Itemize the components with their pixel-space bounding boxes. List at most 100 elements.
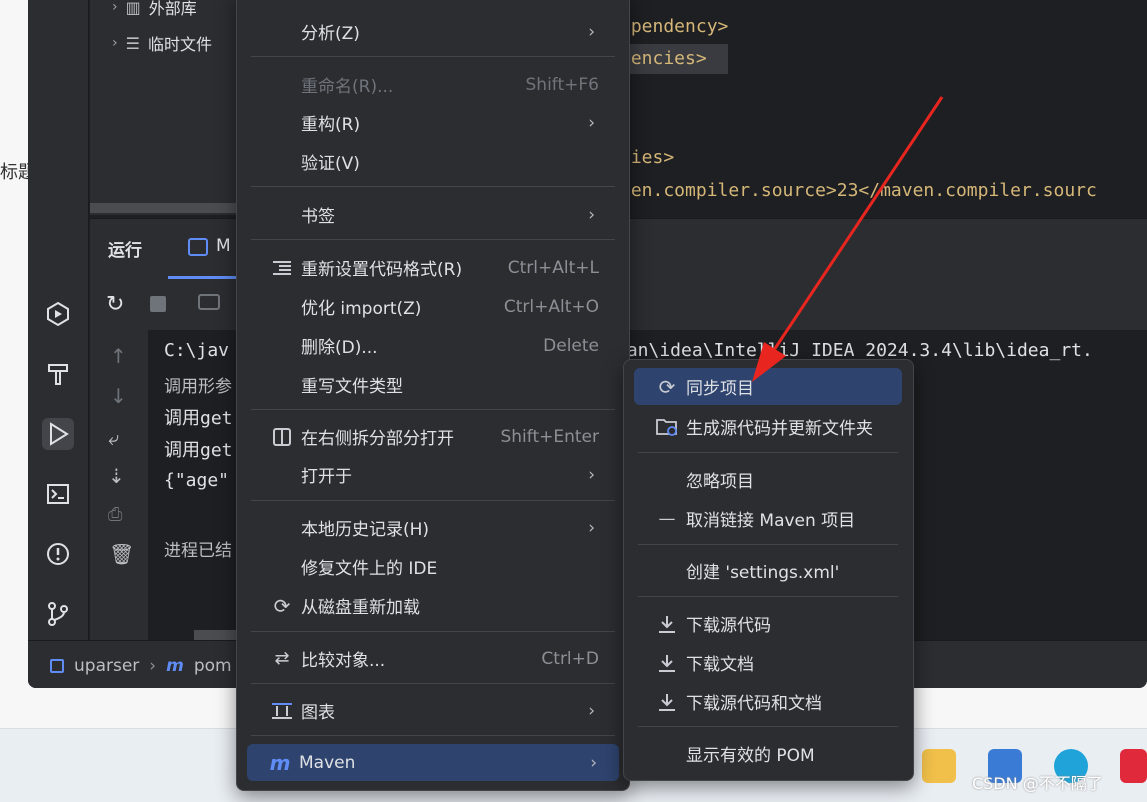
menu-item-validate[interactable]: 验证(V) — [249, 143, 617, 180]
menu-item-label: 从磁盘重新加载 — [301, 598, 420, 618]
chevron-right-icon: › — [588, 112, 595, 133]
menu-item-shortcut: Ctrl+D — [541, 648, 599, 669]
menu-item-label: 本地历史记录(H) — [301, 520, 430, 540]
taskbar-folder-icon[interactable] — [922, 749, 956, 783]
console-line: {"age" — [164, 470, 230, 491]
arrow-up-icon[interactable]: ↑ — [110, 344, 127, 368]
reload-icon: ⟳ — [273, 593, 291, 618]
chevron-right-icon: › — [590, 752, 597, 773]
menu-item-override-file-type[interactable]: 重写文件类型 — [249, 366, 617, 403]
chevron-right-icon: › — [588, 21, 595, 42]
camera-icon[interactable] — [198, 294, 220, 310]
scratch-file-icon: ☰ — [125, 33, 140, 53]
chevron-right-icon: › — [588, 517, 595, 538]
menu-separator — [251, 631, 615, 632]
menu-item-label: 图表 — [301, 703, 335, 723]
run-config-icon — [188, 238, 208, 256]
menu-item-show-effective-pom[interactable]: 显示有效的 POM — [634, 735, 902, 772]
menu-item-diagrams[interactable]: 图表 › — [249, 692, 617, 729]
menu-item-generate-sources[interactable]: 生成源代码并更新文件夹 — [634, 408, 902, 445]
maven-submenu: ⟳ 同步项目 生成源代码并更新文件夹 忽略项目 — 取消链接 Maven 项目 … — [623, 359, 914, 781]
console-line-cmd-tail: pan\idea\IntelliJ IDEA 2024.3.4\lib\idea… — [616, 340, 1093, 361]
terminal-icon[interactable] — [42, 478, 74, 510]
menu-item-label: 书签 — [301, 207, 335, 227]
arrow-down-icon[interactable]: ↓ — [110, 384, 127, 408]
menu-item-local-history[interactable]: 本地历史记录(H) › — [249, 509, 617, 546]
rerun-icon[interactable]: ↻ — [106, 292, 124, 317]
breadcrumb-file[interactable]: pom — [194, 656, 232, 676]
code-line: ependency> — [620, 16, 729, 37]
scroll-to-end-icon[interactable]: ⇣ — [108, 464, 125, 488]
print-icon[interactable]: ⎙ — [108, 504, 122, 525]
menu-item-label: 验证(V) — [301, 154, 360, 174]
menu-item-label: 生成源代码并更新文件夹 — [686, 419, 873, 439]
run-icon[interactable] — [42, 418, 74, 450]
menu-item-analyze[interactable]: 分析(Z) › — [249, 13, 617, 50]
trash-icon[interactable]: 🗑 — [109, 542, 134, 566]
soft-wrap-icon[interactable]: ⤶ — [108, 426, 119, 450]
menu-item-download-docs[interactable]: 下载文档 — [634, 644, 902, 681]
tree-item-external-libs[interactable]: › ▥ 外部库 — [112, 0, 197, 20]
compare-icon: ⇄ — [274, 648, 290, 669]
menu-item-optimize-imports[interactable]: 优化 import(Z) Ctrl+Alt+O — [249, 288, 617, 325]
menu-item-open-split-right[interactable]: 在右侧拆分部分打开 Shift+Enter — [249, 418, 617, 455]
menu-item-label: 重命名(R)... — [301, 77, 394, 97]
format-icon — [271, 257, 293, 279]
run-side-toolbar: ↑ ↓ ⤶ ⇣ ⎙ 🗑 — [90, 330, 148, 640]
menu-item-label: 取消链接 Maven 项目 — [686, 511, 856, 531]
console-line: 进程已结 — [164, 541, 232, 561]
menu-item-reformat-code[interactable]: 重新设置代码格式(R) Ctrl+Alt+L — [249, 249, 617, 286]
services-icon[interactable] — [42, 298, 74, 330]
stop-icon[interactable] — [150, 296, 166, 312]
menu-item-reload-from-disk[interactable]: ⟳ 从磁盘重新加载 — [249, 587, 617, 624]
menu-separator — [251, 186, 615, 187]
menu-item-bookmarks[interactable]: 书签 › — [249, 196, 617, 233]
menu-item-ignore-project[interactable]: 忽略项目 — [634, 461, 902, 498]
code-editor[interactable]: ependency> dencies> ties> ven.compiler.s… — [620, 0, 1147, 218]
tree-item-scratches[interactable]: › ☰ 临时文件 — [112, 30, 212, 56]
git-icon[interactable] — [42, 598, 74, 630]
menu-item-label: 修复文件上的 IDE — [301, 559, 438, 579]
menu-item-label: 忽略项目 — [686, 472, 754, 492]
diagram-icon — [271, 700, 293, 722]
menu-item-label: 删除(D)... — [301, 338, 378, 358]
chevron-right-icon: › — [112, 35, 118, 51]
menu-item-label: 打开于 — [301, 467, 352, 487]
menu-item-download-sources[interactable]: 下载源代码 — [634, 605, 902, 642]
menu-item-delete[interactable]: 删除(D)... Delete — [249, 327, 617, 364]
breadcrumb: uparser › m pom — [50, 656, 232, 676]
menu-item-shortcut: Shift+F6 — [525, 74, 599, 95]
menu-separator — [251, 239, 615, 240]
menu-separator — [638, 544, 898, 545]
menu-item-download-sources-and-docs[interactable]: 下载源代码和文档 — [634, 683, 902, 720]
problems-icon[interactable] — [42, 538, 74, 570]
build-hammer-icon[interactable] — [42, 358, 74, 390]
maven-icon: m — [166, 656, 184, 676]
tree-item-label: 外部库 — [148, 0, 197, 18]
menu-item-shortcut: Ctrl+Alt+L — [507, 257, 599, 278]
menu-separator — [251, 735, 615, 736]
menu-item-unlink-maven[interactable]: — 取消链接 Maven 项目 — [634, 500, 902, 537]
menu-separator — [251, 56, 615, 57]
menu-item-shortcut: Ctrl+Alt+O — [503, 296, 599, 317]
menu-item-create-settings[interactable]: 创建 'settings.xml' — [634, 552, 902, 589]
menu-separator — [638, 596, 898, 597]
menu-item-compare-with[interactable]: ⇄ 比较对象... Ctrl+D — [249, 640, 617, 677]
minus-icon: — — [658, 508, 676, 529]
menu-item-repair-ide[interactable]: 修复文件上的 IDE — [249, 548, 617, 585]
console-line: C:\jav — [164, 340, 230, 361]
folder-sync-icon — [656, 416, 678, 438]
menu-item-maven[interactable]: m Maven › — [247, 744, 619, 781]
run-tab[interactable]: M — [216, 236, 231, 256]
menu-item-open-in[interactable]: 打开于 › — [249, 456, 617, 493]
taskbar-app-icon[interactable] — [1120, 749, 1147, 783]
menu-item-label: 比较对象... — [301, 651, 386, 671]
menu-item-rename[interactable]: 重命名(R)... Shift+F6 — [249, 66, 617, 103]
breadcrumb-project[interactable]: uparser — [74, 656, 139, 676]
menu-item-label: 下载源代码和文档 — [686, 694, 822, 714]
console-line: 调用形参 — [164, 377, 232, 397]
chevron-right-icon: › — [149, 656, 157, 676]
menu-item-refactor[interactable]: 重构(R) › — [249, 104, 617, 141]
menu-item-sync-project[interactable]: ⟳ 同步项目 — [634, 368, 902, 405]
tree-scrollbar[interactable] — [90, 203, 240, 213]
